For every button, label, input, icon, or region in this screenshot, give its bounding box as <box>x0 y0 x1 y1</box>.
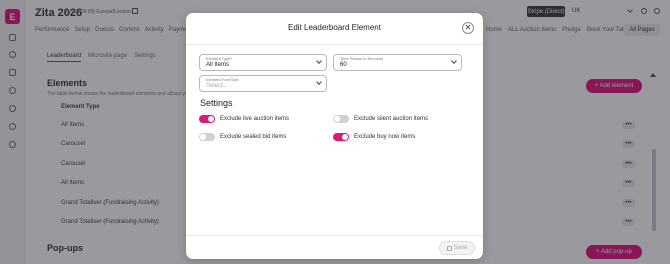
exclude-silent-auction-toggle[interactable] <box>333 115 349 123</box>
chevron-down-icon <box>451 58 457 64</box>
exclude-buy-now-label: Exclude buy now items <box>354 134 416 140</box>
divider <box>186 235 483 236</box>
time-shown-label: Time Shown In Seconds <box>340 56 384 61</box>
element-font-size-label: Element Font Size <box>206 77 239 82</box>
element-type-label: Element Type* <box>206 56 232 61</box>
close-button[interactable]: ✕ <box>462 22 474 34</box>
element-type-value: All Items <box>206 62 230 68</box>
save-button[interactable]: Save <box>439 241 475 255</box>
modal-title: Edit Leaderboard Element <box>288 23 381 32</box>
edit-element-modal: Edit Leaderboard Element ✕ Element Type*… <box>186 13 483 259</box>
chevron-down-icon <box>316 58 322 64</box>
exclude-sealed-bid-toggle[interactable] <box>199 133 215 141</box>
settings-heading: Settings <box>200 98 233 108</box>
exclude-buy-now-toggle[interactable] <box>333 133 349 141</box>
element-font-size-select[interactable]: Element Font Size Select... <box>199 75 327 92</box>
chevron-down-icon <box>316 79 322 85</box>
exclude-live-auction-label: Exclude live auction items <box>220 116 290 122</box>
toggle-knob <box>208 116 214 122</box>
exclude-silent-auction-label: Exclude silent auction items <box>354 116 429 122</box>
divider <box>186 44 483 45</box>
time-shown-value: 60 <box>340 62 347 68</box>
close-icon: ✕ <box>464 23 472 32</box>
time-shown-select[interactable]: Time Shown In Seconds 60 <box>333 54 462 71</box>
element-type-select[interactable]: Element Type* All Items <box>199 54 327 71</box>
exclude-live-auction-toggle[interactable] <box>199 115 215 123</box>
toggle-knob <box>200 134 206 140</box>
toggle-knob <box>342 134 348 140</box>
save-label: Save <box>453 245 468 251</box>
exclude-sealed-bid-label: Exclude sealed bid items <box>220 134 287 140</box>
save-icon <box>446 245 452 251</box>
element-font-size-placeholder: Select... <box>206 83 228 89</box>
toggle-knob <box>334 116 340 122</box>
